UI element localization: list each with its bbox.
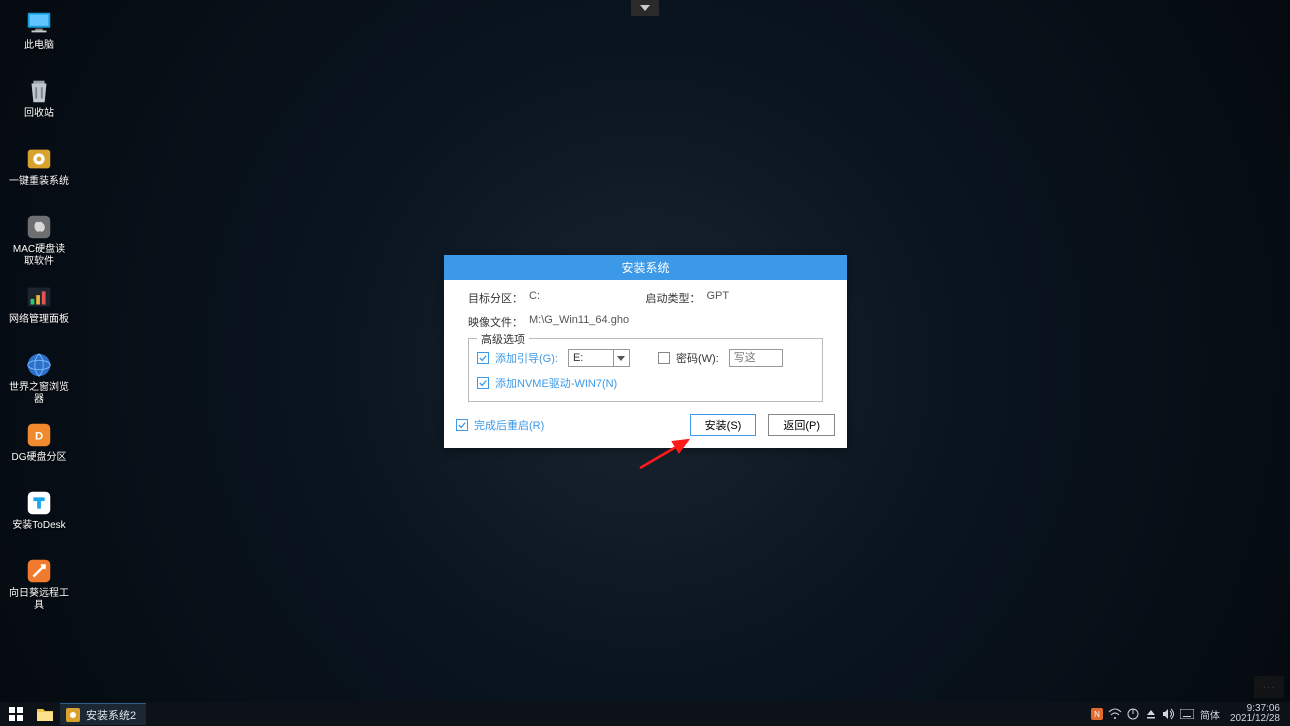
keyboard-icon[interactable] [1178,702,1196,726]
image-file-label: 映像文件： [468,314,523,330]
password-label: 密码(W): [676,350,719,366]
add-boot-label: 添加引导(G): [495,350,558,366]
desktop-icon-todesk[interactable]: 安装ToDesk [8,488,70,532]
add-nvme-label: 添加NVME驱动-WIN7(N) [495,375,617,391]
system-tray: N 简体 9:37:06 2021/12/28 [1088,702,1290,726]
desktop-icon-sunflower[interactable]: 向日葵远程工具 [8,556,70,612]
file-explorer-taskbar-icon[interactable] [32,702,58,726]
desktop-icon-label: 此电脑 [24,40,54,52]
desktop-icon-label: 一键重装系统 [9,176,69,188]
password-input[interactable] [729,349,783,367]
target-partition-value: C: [529,290,540,306]
desktop-icon-label: 向日葵远程工具 [8,588,70,612]
chevron-down-icon [613,350,629,366]
eject-icon[interactable] [1142,702,1160,726]
boot-type-value: GPT [707,290,730,306]
restart-label: 完成后重启(R) [474,417,544,433]
advanced-options-group: 高级选项 添加引导(G): E: 密码(W): [468,338,823,402]
sunflower-icon [24,556,54,586]
desktop-icon-world-browser[interactable]: 世界之窗浏览器 [8,350,70,406]
apple-icon [24,212,54,242]
restart-checkbox[interactable] [456,419,468,431]
app-icon [66,708,80,722]
svg-text:N: N [1094,710,1100,719]
install-system-dialog: 安装系统 目标分区： C: 启动类型： GPT 映像文件： M:\G_Win11… [444,255,847,448]
taskbar: 安装系统2 N 简体 9:37:06 2021/12/28 [0,702,1290,726]
desktop-icon-recycle-bin[interactable]: 回收站 [8,76,70,120]
taskbar-app-label: 安装系统2 [86,707,136,723]
image-file-value: M:\G_Win11_64.gho [529,314,629,330]
taskbar-app-install-system[interactable]: 安装系统2 [60,703,146,725]
ime-indicator[interactable]: 简体 [1196,707,1224,722]
desktop-icon-label: 网络管理面板 [9,314,69,326]
top-dropdown-tab[interactable] [631,0,659,16]
add-boot-checkbox[interactable] [477,352,489,364]
desktop-icon-label: 安装ToDesk [12,520,65,532]
install-button[interactable]: 安装(S) [690,414,757,436]
target-partition-label: 目标分区： [468,290,523,306]
tray-N-icon[interactable]: N [1088,702,1106,726]
desktop-icon-one-key-install[interactable]: 一键重装系统 [8,144,70,188]
desktop-icon-this-pc[interactable]: 此电脑 [8,8,70,52]
bin-icon [24,76,54,106]
clock-date: 2021/12/28 [1230,714,1280,724]
pc-icon [24,8,54,38]
globe-icon [24,350,54,380]
desktop-icon-label: 世界之窗浏览器 [8,382,70,406]
start-button[interactable] [0,702,32,726]
power-icon[interactable] [1124,702,1142,726]
todesk-icon [24,488,54,518]
desktop-watermark: ··· [1254,676,1284,698]
dialog-title: 安装系统 [444,255,847,280]
password-checkbox[interactable] [658,352,670,364]
add-boot-drive-select[interactable]: E: [568,349,630,367]
wifi-icon[interactable] [1106,702,1124,726]
add-nvme-checkbox[interactable] [477,377,489,389]
desktop-icon-mac-disk[interactable]: MAC硬盘读取软件 [8,212,70,268]
svg-text:D: D [35,431,43,443]
desktop-icon-label: DG硬盘分区 [12,452,67,464]
add-boot-drive-value: E: [573,352,583,364]
volume-icon[interactable] [1160,702,1178,726]
taskbar-clock[interactable]: 9:37:06 2021/12/28 [1224,704,1286,724]
desktop-icon-label: 回收站 [24,108,54,120]
back-button[interactable]: 返回(P) [768,414,835,436]
boot-type-label: 启动类型： [646,290,701,306]
restart-after-checkbox-group: 完成后重启(R) [456,417,554,433]
gearbox-icon [24,144,54,174]
desktop-icon-label: MAC硬盘读取软件 [8,244,70,268]
barchart-icon [24,282,54,312]
desktop-icon-dg-partition[interactable]: D DG硬盘分区 [8,420,70,464]
advanced-options-legend: 高级选项 [477,331,529,347]
dg-icon: D [24,420,54,450]
desktop-icon-network-panel[interactable]: 网络管理面板 [8,282,70,326]
